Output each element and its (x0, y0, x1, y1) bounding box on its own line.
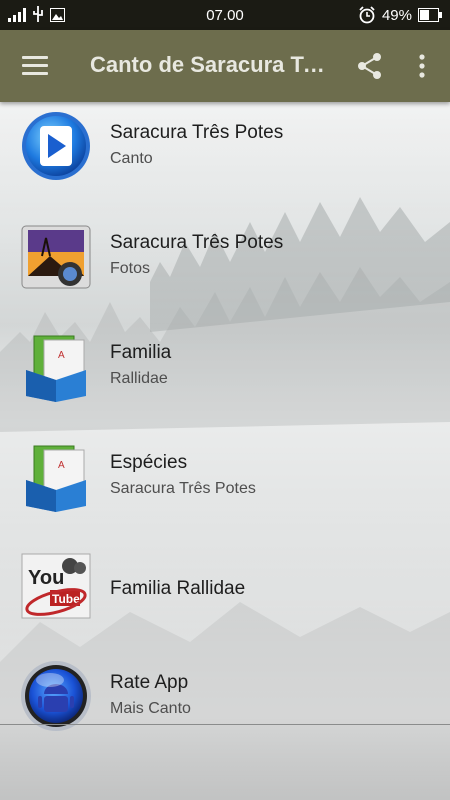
list-item-familia-rallidae[interactable]: You Tube Familia Rallidae (0, 542, 450, 642)
alarm-icon (359, 6, 375, 24)
item-sub: Rallidae (110, 370, 168, 387)
folders-icon: A (26, 335, 86, 402)
list-item-familia[interactable]: A Familia Rallidae (0, 322, 450, 422)
play-button-icon (22, 112, 90, 180)
list-item-rate-app[interactable]: Rate App Mais Canto (0, 652, 450, 752)
item-label: Saracura Três Potes (110, 232, 284, 253)
svg-text:A: A (58, 460, 65, 471)
item-sub: Mais Canto (110, 700, 191, 717)
item-label: Familia (110, 342, 172, 363)
item-label: Saracura Três Potes (110, 122, 284, 143)
list-item-canto[interactable]: Saracura Três Potes Canto (0, 102, 450, 202)
item-sub: Fotos (110, 260, 151, 277)
item-label: Rate App (110, 672, 189, 693)
list-item-especies[interactable]: A Espécies Saracura Três Potes (0, 432, 450, 532)
photo-gallery-icon (21, 225, 91, 289)
page-title: Canto de Saracura Três Potes (90, 52, 330, 77)
folders-icon: A (26, 445, 86, 512)
status-bar: 07.00 49% (0, 0, 450, 30)
item-sub: Saracura Três Potes (110, 480, 256, 497)
bottom-divider (0, 724, 450, 725)
list-item-fotos[interactable]: Saracura Três Potes Fotos (0, 212, 450, 312)
app-toolbar: Canto de Saracura Três Potes (0, 30, 450, 102)
youtube-stamp-icon: You Tube (21, 553, 91, 619)
battery-percent: 49% (381, 6, 412, 24)
battery-icon (418, 8, 442, 22)
more-vertical-icon[interactable] (412, 52, 432, 80)
item-sub: Canto (110, 150, 153, 167)
hamburger-menu-icon[interactable] (22, 56, 48, 76)
item-label: Familia Rallidae (110, 578, 246, 599)
svg-text:A: A (58, 350, 65, 361)
item-label: Espécies (110, 452, 188, 473)
youtube-you-text: You (28, 567, 64, 589)
share-icon[interactable] (356, 52, 384, 80)
android-orb-icon (21, 661, 91, 731)
status-right-icons: 49% (358, 6, 442, 24)
